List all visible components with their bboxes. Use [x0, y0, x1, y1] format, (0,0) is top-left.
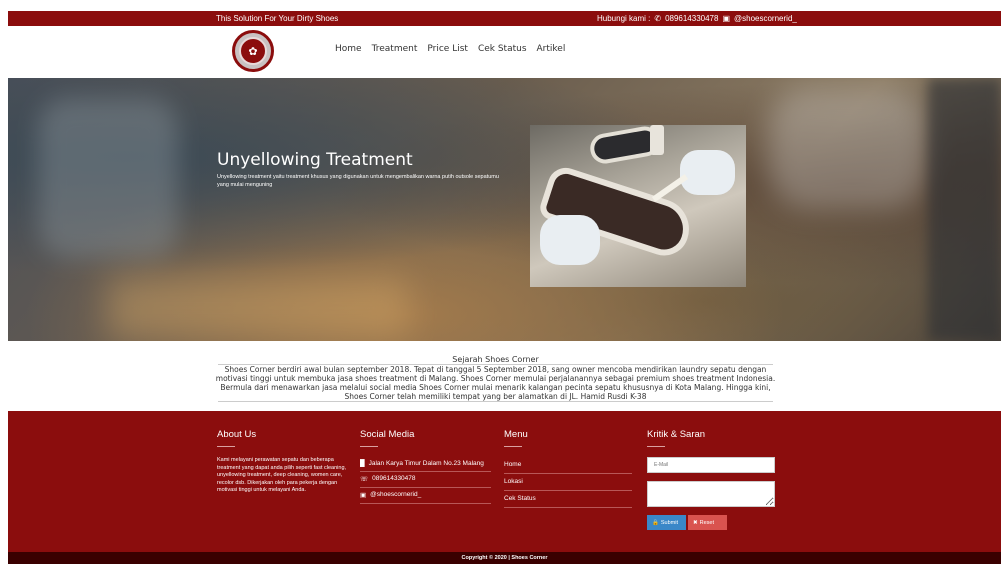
about-heading: About Us [217, 429, 257, 440]
instagram-icon: ▣ [722, 14, 731, 23]
history-text: Shoes Corner berdiri awal bulan septembe… [215, 365, 776, 401]
tagline: This Solution For Your Dirty Shoes [216, 14, 339, 23]
building-icon: █ [360, 460, 365, 467]
divider [504, 446, 522, 447]
social-phone[interactable]: ☏ 089614330478 [360, 472, 491, 488]
glove-image-part [680, 150, 735, 195]
logo[interactable]: ✿ [232, 30, 274, 72]
address-text: Jalan Karya Timur Dalam No.23 Malang [368, 460, 484, 467]
reset-button[interactable]: ✖ Reset [688, 515, 727, 530]
navbar: ✿ Home Treatment Price List Cek Status A… [8, 26, 1001, 78]
topbar-phone[interactable]: 089614330478 [665, 14, 718, 23]
hero-description: Unyellowing treatment yaitu treatment kh… [217, 174, 499, 188]
brush-image-part [651, 174, 689, 202]
footer: About Us Kami melayani perawatan sepatu … [8, 411, 1001, 552]
history-title: Sejarah Shoes Corner [452, 355, 539, 364]
contact-label: Hubungi kami : [597, 14, 651, 23]
hero-title: Unyellowing Treatment [217, 150, 413, 170]
phone-icon: ✆ [654, 14, 662, 23]
nav-item-treatment[interactable]: Treatment [372, 44, 418, 54]
history-section: Sejarah Shoes Corner Shoes Corner berdir… [214, 355, 777, 402]
hero-background-blur [768, 88, 928, 208]
submit-label: Submit [660, 519, 678, 526]
hero-background-blur [928, 78, 1001, 341]
nav-item-artikel[interactable]: Artikel [537, 44, 566, 54]
divider [647, 446, 665, 447]
copyright: Copyright © 2020 | Shoes Corner [8, 552, 1001, 564]
hero-banner: Unyellowing Treatment Unyellowing treatm… [8, 78, 1001, 341]
submit-button[interactable]: 🔒 Submit [647, 515, 686, 530]
social-address: █ Jalan Karya Timur Dalam No.23 Malang [360, 457, 491, 472]
instagram-icon: ▣ [360, 492, 367, 499]
glove-image-part [540, 215, 600, 265]
contact-info: Hubungi kami : ✆ 089614330478 ▣ @shoesco… [597, 14, 797, 23]
social-instagram[interactable]: ▣ @shoescornerid_ [360, 488, 491, 504]
hero-background-blur [108, 278, 408, 338]
bottle-image-part [650, 125, 664, 155]
social-heading: Social Media [360, 429, 415, 440]
top-bar: This Solution For Your Dirty Shoes Hubun… [8, 11, 1001, 26]
footer-menu: Menu Home Lokasi Cek Status [504, 429, 632, 508]
hero-image [530, 125, 746, 287]
footer-feedback: Kritik & Saran 🔒 Submit ✖ Reset [647, 429, 777, 530]
divider [217, 446, 235, 447]
email-field[interactable] [647, 457, 775, 473]
instagram-text: @shoescornerid_ [370, 491, 422, 498]
topbar-instagram[interactable]: @shoescornerid_ [734, 14, 797, 23]
whatsapp-icon: ☏ [360, 476, 369, 483]
nav-menu: Home Treatment Price List Cek Status Art… [335, 44, 565, 54]
menu-heading: Menu [504, 429, 528, 440]
nav-item-cek-status[interactable]: Cek Status [478, 44, 527, 54]
feedback-heading: Kritik & Saran [647, 429, 706, 440]
lock-icon: 🔒 [652, 519, 659, 526]
footer-menu-home[interactable]: Home [504, 457, 632, 474]
page: This Solution For Your Dirty Shoes Hubun… [0, 0, 1003, 564]
nav-item-home[interactable]: Home [335, 44, 362, 54]
shoe-logo-icon: ✿ [239, 37, 267, 65]
divider [360, 446, 378, 447]
footer-menu-lokasi[interactable]: Lokasi [504, 474, 632, 491]
phone-text: 089614330478 [372, 475, 416, 482]
footer-social: Social Media █ Jalan Karya Timur Dalam N… [360, 429, 491, 504]
close-icon: ✖ [693, 519, 698, 526]
footer-about: About Us Kami melayani perawatan sepatu … [217, 429, 347, 495]
hero-background-blur [38, 98, 178, 258]
feedback-buttons: 🔒 Submit ✖ Reset [647, 515, 777, 530]
footer-menu-cek-status[interactable]: Cek Status [504, 491, 632, 508]
about-text: Kami melayani perawatan sepatu dan beber… [217, 457, 347, 493]
divider [218, 401, 773, 402]
message-field[interactable] [647, 481, 775, 507]
nav-item-price-list[interactable]: Price List [427, 44, 468, 54]
reset-label: Reset [699, 519, 714, 526]
